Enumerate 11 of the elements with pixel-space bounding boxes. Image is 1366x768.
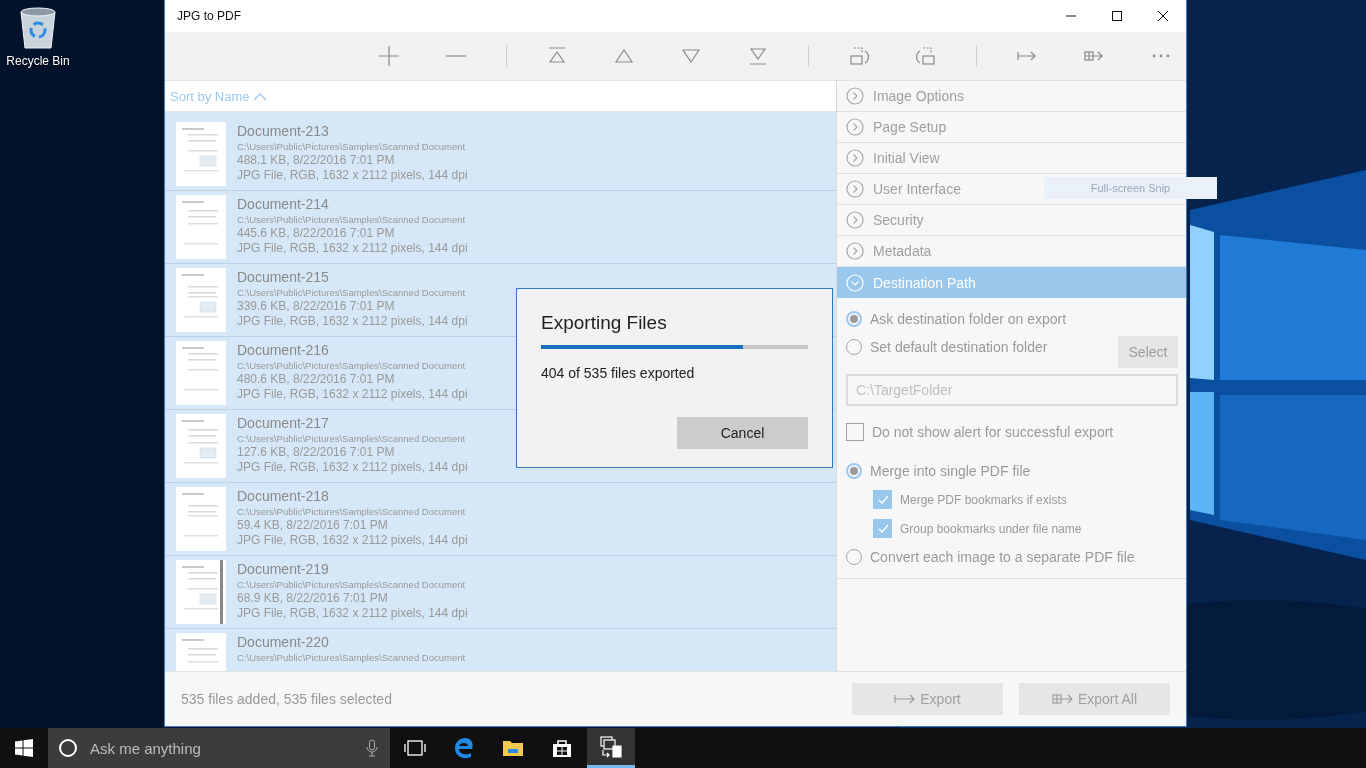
shopping-bag-icon [552, 738, 572, 758]
microphone-icon [366, 739, 378, 757]
windows-logo-icon [15, 739, 33, 757]
cortana-circle-icon [58, 738, 78, 758]
task-view-icon [404, 740, 426, 756]
images-to-pdf-icon [599, 735, 623, 758]
folder-icon [502, 739, 524, 757]
taskbar-button[interactable] [587, 728, 635, 768]
browser-e-icon [453, 737, 475, 759]
search-field[interactable]: Ask me anything [88, 738, 356, 758]
search-bar[interactable]: Ask me anything [48, 728, 390, 768]
